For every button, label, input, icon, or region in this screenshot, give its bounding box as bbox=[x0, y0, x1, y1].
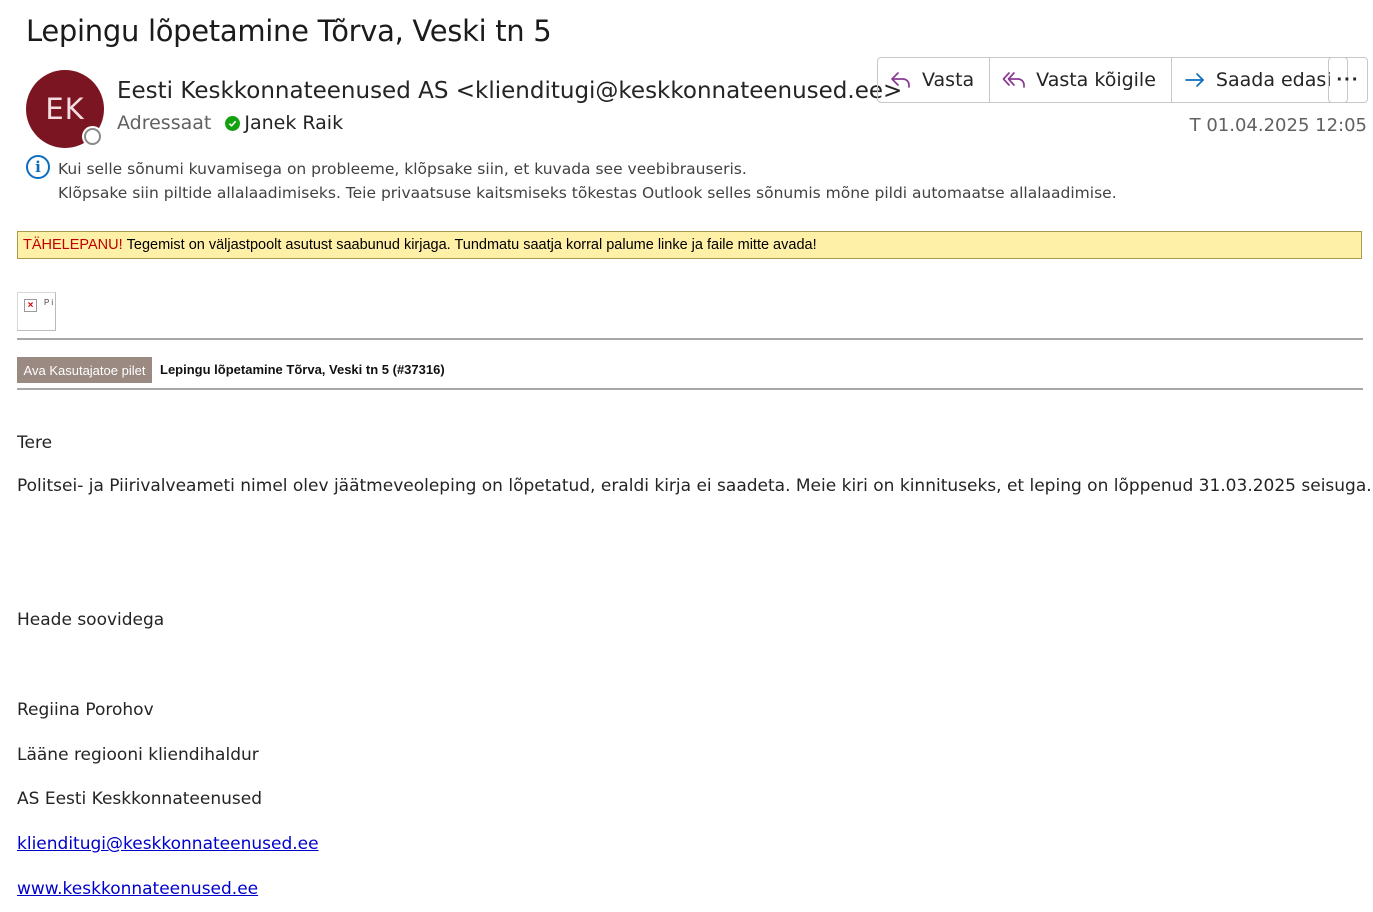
more-icon: ··· bbox=[1336, 68, 1360, 91]
signature-email-link[interactable]: klienditugi@keskkonnateenused.ee bbox=[17, 834, 319, 854]
info-bar: Kui selle sõnumi kuvamisega on probleeme… bbox=[58, 157, 1117, 205]
download-images-link[interactable]: Klõpsake siin piltide allalaadimiseks. T… bbox=[58, 181, 1117, 205]
recipient-label: Adressaat bbox=[117, 112, 212, 134]
email-date: T 01.04.2025 12:05 bbox=[1189, 115, 1367, 136]
checkmark-icon bbox=[225, 115, 241, 131]
forward-button[interactable]: Saada edasi bbox=[1172, 58, 1347, 102]
recipient-name[interactable]: Janek Raik bbox=[244, 112, 343, 134]
reply-button[interactable]: Vasta bbox=[878, 58, 991, 102]
greeting: Tere bbox=[17, 433, 53, 453]
signature-name: Regiina Porohov bbox=[17, 700, 154, 720]
presence-status-icon bbox=[84, 128, 101, 145]
sender-address[interactable]: Eesti Keskkonnateenused AS <klienditugi@… bbox=[117, 78, 902, 104]
broken-image-icon: × bbox=[24, 299, 37, 312]
signature-website-link[interactable]: www.keskkonnateenused.ee bbox=[17, 879, 258, 899]
warning-text: Tegemist on väljastpoolt asutust saabunu… bbox=[126, 237, 817, 253]
signature-title: Lääne regiooni kliendihaldur bbox=[17, 745, 259, 765]
divider bbox=[17, 388, 1363, 390]
email-subject: Lepingu lõpetamine Tõrva, Veski tn 5 bbox=[26, 14, 552, 48]
broken-image-alt: P i bbox=[44, 298, 54, 307]
reply-all-label: Vasta kõigile bbox=[1036, 69, 1156, 91]
more-actions-button[interactable]: ··· bbox=[1328, 57, 1368, 103]
ticket-title: Lepingu lõpetamine Tõrva, Veski tn 5 (#3… bbox=[160, 362, 445, 377]
external-warning-banner: TÄHELEPANU! Tegemist on väljastpoolt asu… bbox=[17, 231, 1362, 259]
avatar-initials: EK bbox=[45, 92, 85, 126]
reply-label: Vasta bbox=[922, 69, 975, 91]
view-in-browser-link[interactable]: Kui selle sõnumi kuvamisega on probleeme… bbox=[58, 157, 1117, 181]
recipient-row: Adressaat Janek Raik bbox=[117, 112, 343, 134]
closing: Heade soovidega bbox=[17, 610, 165, 630]
body-paragraph: Politsei- ja Piirivalveameti nimel olev … bbox=[17, 476, 1372, 496]
reply-all-button[interactable]: Vasta kõigile bbox=[990, 58, 1172, 102]
divider bbox=[17, 338, 1363, 340]
reply-action-group: Vasta Vasta kõigile Saada edasi bbox=[877, 57, 1348, 103]
signature-company: AS Eesti Keskkonnateenused bbox=[17, 789, 262, 809]
reply-all-icon bbox=[1002, 72, 1026, 88]
forward-label: Saada edasi bbox=[1215, 69, 1332, 91]
forward-arrow-icon bbox=[1185, 73, 1204, 87]
open-ticket-button[interactable]: Ava Kasutajatoe pilet bbox=[17, 357, 152, 383]
warning-label: TÄHELEPANU! bbox=[23, 237, 123, 253]
broken-image: × P i bbox=[17, 292, 56, 331]
info-icon: i bbox=[26, 155, 50, 179]
reply-icon bbox=[891, 72, 910, 88]
